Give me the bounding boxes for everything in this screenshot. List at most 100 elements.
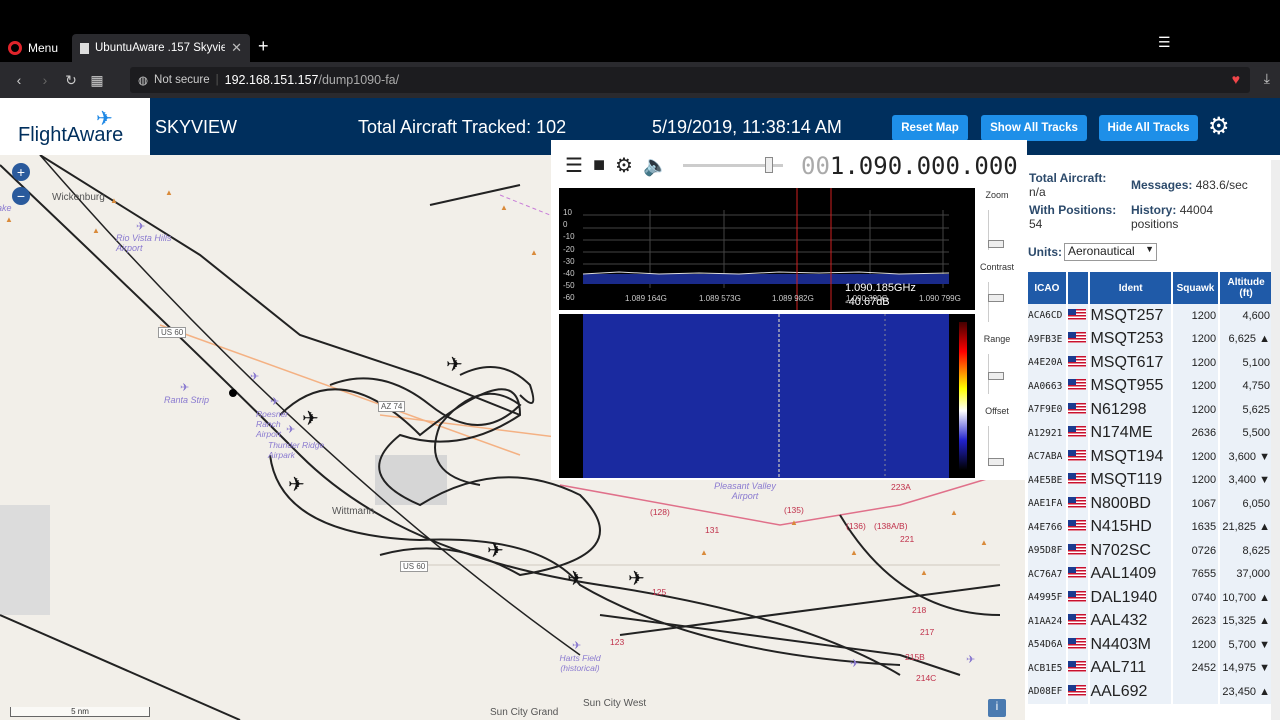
- volume-slider[interactable]: [683, 157, 783, 173]
- ident-cell: MSQT617: [1090, 351, 1171, 375]
- table-row[interactable]: A95D8F N702SC 0726 8,625: [1028, 539, 1272, 563]
- altitude-cell: 5,625: [1220, 398, 1272, 422]
- us-flag-icon: [1067, 379, 1086, 391]
- svg-text:✈: ✈: [270, 396, 279, 408]
- column-header-altitude[interactable]: Altitude (ft): [1220, 272, 1272, 304]
- back-icon[interactable]: ‹: [6, 72, 32, 88]
- flag-cell: [1067, 351, 1089, 375]
- table-row[interactable]: A9FB3E MSQT253 1200 6,625 ▲: [1028, 327, 1272, 351]
- settings-icon[interactable]: ⚙: [615, 153, 633, 178]
- stop-icon[interactable]: ■: [593, 154, 605, 177]
- hamburger-menu-icon[interactable]: ☰: [565, 153, 583, 178]
- spectrum-plot[interactable]: 10 0 -10 -20 -30 -40 -50 -60 1.089 164G …: [559, 188, 975, 310]
- total-aircraft-value: n/a: [1029, 185, 1046, 199]
- table-row[interactable]: A4995F DAL1940 0740 10,700 ▲: [1028, 586, 1272, 610]
- browser-menu-button[interactable]: Menu: [8, 38, 58, 58]
- heart-icon[interactable]: ♥: [1232, 71, 1240, 87]
- table-row[interactable]: A54D6A N4403M 1200 5,700 ▼: [1028, 633, 1272, 657]
- zoom-slider[interactable]: [988, 210, 1006, 250]
- table-row[interactable]: AC76A7 AAL1409 7655 37,000: [1028, 562, 1272, 586]
- volume-icon[interactable]: 🔈: [643, 153, 668, 178]
- zoom-label: Zoom: [985, 190, 1009, 200]
- close-tab-icon[interactable]: ✕: [231, 40, 242, 56]
- browser-tab[interactable]: UbuntuAware .157 Skyview ✕: [72, 34, 250, 62]
- svg-text:(138A/B): (138A/B): [874, 521, 908, 531]
- table-row[interactable]: ACB1E5 AAL711 2452 14,975 ▼: [1028, 656, 1272, 680]
- us-flag-icon: [1067, 684, 1086, 696]
- frequency-display[interactable]: 001.090.000.000: [801, 152, 1018, 180]
- zoom-slider-knob[interactable]: [988, 240, 1004, 248]
- svg-text:✈: ✈: [567, 568, 584, 590]
- volume-slider-knob[interactable]: [765, 157, 773, 173]
- squawk-cell: 2623: [1172, 609, 1219, 633]
- icao-cell: A4995F: [1028, 586, 1066, 610]
- column-header-flag[interactable]: [1067, 272, 1089, 304]
- info-icon[interactable]: i: [988, 699, 1006, 717]
- table-row[interactable]: A7F9E0 N61298 1200 5,625: [1028, 398, 1272, 422]
- svg-text:131: 131: [705, 525, 719, 535]
- reset-map-button[interactable]: Reset Map: [892, 115, 968, 141]
- table-row[interactable]: AC7ABA MSQT194 1200 3,600 ▼: [1028, 445, 1272, 469]
- download-icon[interactable]: ⤓: [1264, 70, 1270, 87]
- waterfall-display[interactable]: [559, 314, 975, 478]
- offset-slider-knob[interactable]: [988, 458, 1004, 466]
- x-tick: 1.089 164G: [625, 294, 667, 303]
- us-flag-icon: [1067, 661, 1086, 673]
- hide-all-tracks-button[interactable]: Hide All Tracks: [1099, 115, 1198, 141]
- table-row[interactable]: ACA6CD MSQT257 1200 4,600: [1028, 304, 1272, 328]
- with-positions-label: With Positions:: [1029, 203, 1117, 217]
- url-field[interactable]: ◍ Not secure | 192.168.151.157/dump1090-…: [130, 67, 1250, 93]
- table-row[interactable]: AA0663 MSQT955 1200 4,750: [1028, 374, 1272, 398]
- cursor-level: -40.67dB: [845, 296, 890, 308]
- svg-text:✈: ✈: [572, 640, 581, 652]
- column-header-icao[interactable]: ICAO: [1028, 272, 1066, 304]
- flag-cell: [1067, 304, 1089, 328]
- show-all-tracks-button[interactable]: Show All Tracks: [981, 115, 1087, 141]
- side-panel-scrollbar[interactable]: [1271, 160, 1280, 720]
- table-row[interactable]: AD08EF AAL692 23,450 ▲: [1028, 680, 1272, 704]
- table-row[interactable]: A4E766 N415HD 1635 21,825 ▲: [1028, 515, 1272, 539]
- zoom-in-icon[interactable]: +: [12, 163, 30, 181]
- table-row[interactable]: AAE1FA N800BD 1067 6,050: [1028, 492, 1272, 516]
- map-label: Thunder Ridge Airpark: [268, 440, 325, 460]
- forward-icon[interactable]: ›: [32, 72, 58, 88]
- range-slider[interactable]: [988, 354, 1006, 394]
- settings-gear-icon[interactable]: ⚙: [1208, 112, 1230, 141]
- ident-cell: DAL1940: [1090, 586, 1171, 610]
- map-label: Ranta Strip: [164, 395, 210, 405]
- cursor-frequency: 1.090.185GHz: [845, 282, 916, 294]
- x-tick: 1.089 573G: [699, 294, 741, 303]
- offset-slider[interactable]: [988, 426, 1006, 466]
- table-row[interactable]: A4E20A MSQT617 1200 5,100: [1028, 351, 1272, 375]
- speed-dial-icon[interactable]: ▦: [84, 72, 110, 89]
- altitude-cell: 6,050: [1220, 492, 1272, 516]
- column-header-ident[interactable]: Ident: [1090, 272, 1171, 304]
- table-row[interactable]: A12921 N174ME 2636 5,500: [1028, 421, 1272, 445]
- altitude-cell: 23,450 ▲: [1220, 680, 1272, 704]
- ident-cell: MSQT253: [1090, 327, 1171, 351]
- altitude-cell: 37,000: [1220, 562, 1272, 586]
- range-slider-knob[interactable]: [988, 372, 1004, 380]
- altitude-cell: 3,600 ▼: [1220, 445, 1272, 469]
- new-tab-button[interactable]: +: [258, 36, 269, 57]
- flag-cell: [1067, 539, 1089, 563]
- us-flag-icon: [1067, 520, 1086, 532]
- reload-icon[interactable]: ↻: [58, 72, 84, 89]
- svg-text:✈: ✈: [302, 408, 319, 430]
- table-row[interactable]: A4E5BE MSQT119 1200 3,400 ▼: [1028, 468, 1272, 492]
- x-tick: 1.089 982G: [772, 294, 814, 303]
- contrast-slider-knob[interactable]: [988, 294, 1004, 302]
- table-row[interactable]: A1AA24 AAL432 2623 15,325 ▲: [1028, 609, 1272, 633]
- globe-icon: ◍: [138, 75, 149, 87]
- tab-menu-icon[interactable]: ☰: [1158, 34, 1171, 51]
- altitude-cell: 4,600: [1220, 304, 1272, 328]
- column-header-squawk[interactable]: Squawk: [1172, 272, 1219, 304]
- contrast-slider[interactable]: [988, 282, 1006, 322]
- units-select[interactable]: Aeronautical ▼: [1064, 243, 1157, 261]
- y-tick: -10: [563, 232, 575, 242]
- url-path: /dump1090-fa/: [318, 73, 400, 87]
- flightaware-logo: FlightAware ✈: [0, 98, 150, 155]
- zoom-out-icon[interactable]: −: [12, 187, 30, 205]
- svg-text:✈: ✈: [850, 658, 859, 670]
- ident-cell: N61298: [1090, 398, 1171, 422]
